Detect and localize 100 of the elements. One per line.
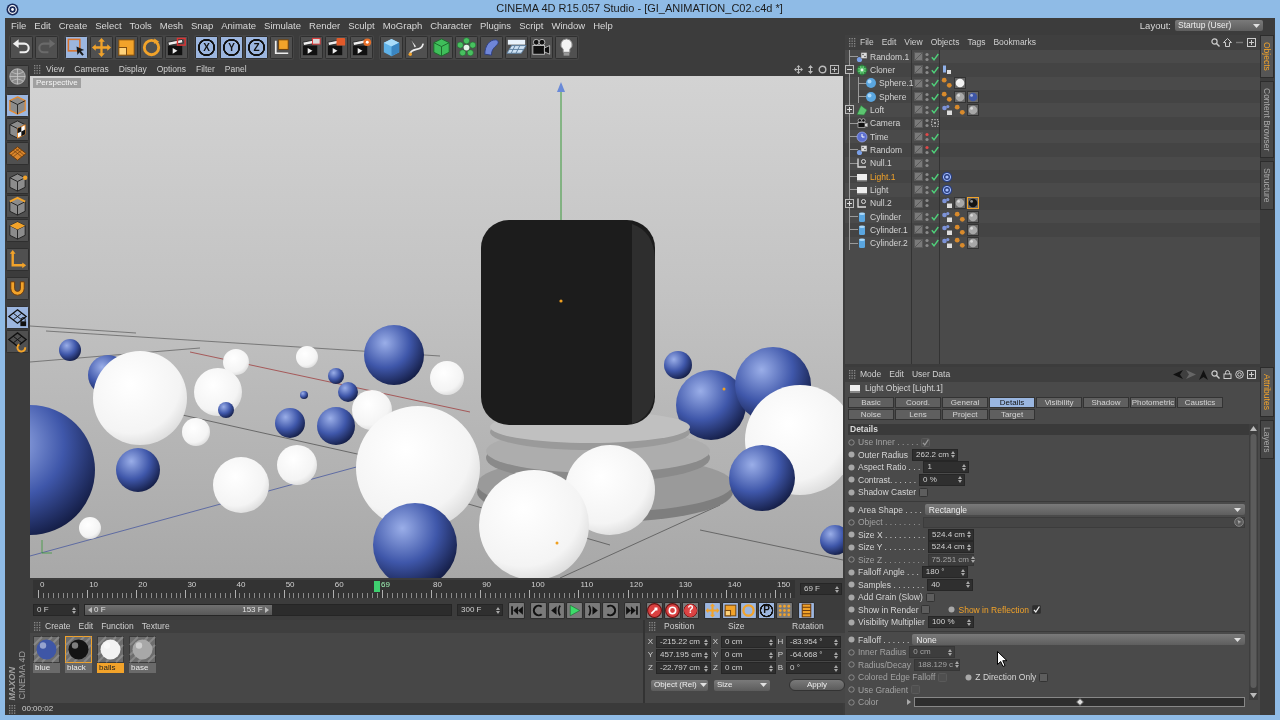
rotate-icon[interactable] [740, 601, 757, 619]
expand-icon[interactable] [845, 198, 854, 208]
magnet-icon[interactable] [6, 277, 29, 300]
keyframe-dot-icon[interactable] [848, 661, 855, 669]
panel-menu-item[interactable]: File [856, 37, 878, 48]
menu-item[interactable]: Create [54, 19, 92, 32]
clapperboard-icon[interactable] [300, 36, 323, 59]
visibility-dots-icon[interactable] [925, 198, 929, 209]
material-thumbnail[interactable] [33, 636, 60, 663]
compositing-tag-icon[interactable] [941, 210, 953, 223]
panel-menu-item[interactable]: Create [41, 621, 75, 632]
keyframe-dot-icon[interactable] [848, 581, 855, 589]
pick-icon[interactable] [1234, 517, 1244, 528]
material-thumbnail[interactable] [65, 636, 92, 663]
loop-forward-icon[interactable] [602, 601, 619, 619]
checkbox[interactable] [919, 487, 929, 497]
bent-shape-icon[interactable] [480, 36, 503, 59]
tab[interactable]: Project [942, 409, 988, 420]
keyframe-dot-icon[interactable] [848, 648, 855, 656]
keyframe-dot-icon[interactable] [848, 636, 855, 644]
material-thumbnail[interactable] [97, 636, 124, 663]
viewport-menu-item[interactable]: Panel [219, 63, 252, 75]
key-parameter-button[interactable]: P [758, 601, 775, 619]
material-tag-icon[interactable] [967, 90, 979, 103]
layout-dropdown[interactable]: Startup (User) [1175, 20, 1263, 31]
clapperboard-icon[interactable] [325, 36, 348, 59]
menu-item[interactable]: Plugins [475, 19, 516, 32]
dot-grid-icon[interactable] [776, 601, 793, 619]
cube-point-icon[interactable] [6, 171, 29, 194]
material-name[interactable]: black [65, 663, 92, 673]
expand-icon[interactable] [845, 105, 854, 115]
menu-item[interactable]: Snap [187, 19, 218, 32]
apply-button[interactable]: Apply [789, 679, 845, 691]
visibility-dots-icon[interactable] [925, 131, 929, 142]
object-name[interactable]: Cylinder [870, 211, 902, 222]
panel-menu-item[interactable]: User Data [907, 369, 955, 380]
keyframe-dot-icon[interactable] [848, 506, 855, 514]
viewport-menu-item[interactable]: View [41, 63, 70, 75]
menu-item[interactable]: MoGraph [378, 19, 427, 32]
visibility-dots-icon[interactable] [925, 238, 929, 249]
keyframe-dot-icon[interactable] [848, 606, 855, 614]
menu-item[interactable]: Character [426, 19, 476, 32]
keyframe-dot-icon[interactable] [848, 476, 855, 484]
cube-face-icon[interactable] [6, 219, 29, 242]
viewport-menu-item[interactable]: Display [113, 63, 152, 75]
layer-swatch-icon[interactable] [914, 225, 923, 235]
menu-item[interactable]: Edit [30, 19, 55, 32]
panel-menu-item[interactable]: Edit [74, 621, 98, 632]
start-frame-field[interactable]: 0 F [33, 604, 79, 616]
menu-item[interactable]: Render [305, 19, 345, 32]
keyframe-dot-icon[interactable] [848, 568, 855, 576]
size-mode-dropdown[interactable]: Size [714, 679, 770, 691]
axis-lock-button[interactable]: Y [220, 36, 243, 59]
panel-menu-item[interactable]: Objects [926, 37, 964, 48]
selection-cursor-icon[interactable] [65, 36, 88, 59]
side-tab[interactable]: Attributes [1260, 367, 1274, 417]
coordinate-field[interactable]: 0 cm [721, 636, 776, 648]
object-name[interactable]: Null.1 [870, 158, 892, 169]
check-icon[interactable] [931, 132, 939, 141]
axis-lock-button[interactable]: Z [245, 36, 268, 59]
keyframe-dot-icon[interactable] [848, 593, 855, 601]
material-tag-icon[interactable] [954, 77, 966, 90]
visibility-dots-icon[interactable] [925, 144, 929, 155]
keyframe-dot-icon[interactable] [848, 438, 855, 446]
keyframe-dot-icon[interactable] [965, 673, 973, 681]
checkbox[interactable] [1039, 672, 1049, 682]
maximize-icon[interactable] [1247, 38, 1256, 47]
layer-swatch-icon[interactable] [914, 198, 923, 208]
coordinate-field[interactable]: -83.954 ° [786, 636, 841, 648]
target-icon[interactable] [1235, 370, 1244, 379]
compositing-tag-icon[interactable] [941, 223, 953, 236]
material-tag-icon[interactable] [967, 237, 979, 250]
material-name[interactable]: balls [97, 663, 124, 673]
keyframe-dot-icon[interactable] [848, 518, 855, 526]
layer-swatch-icon[interactable] [914, 172, 923, 182]
end-frame-field[interactable]: 300 F [457, 604, 503, 616]
number-field[interactable]: 1 [923, 461, 970, 474]
object-name[interactable]: Light.1 [870, 171, 896, 182]
dotted-frame-icon[interactable] [931, 119, 939, 128]
object-name[interactable]: Random [870, 144, 903, 156]
tab[interactable]: Shadow [1083, 397, 1129, 408]
menu-item[interactable]: Window [547, 19, 590, 32]
home-icon[interactable] [1223, 38, 1232, 47]
coordinate-field[interactable]: 0 ° [786, 662, 841, 674]
rotate-view-icon[interactable] [818, 64, 827, 74]
panel-menu-item[interactable]: Bookmarks [989, 37, 1040, 48]
preview-range-track[interactable]: 0 F 153 F [84, 604, 452, 616]
check-icon[interactable] [931, 79, 939, 88]
move-view-icon[interactable] [794, 64, 803, 74]
cube-edges-icon[interactable] [6, 195, 29, 218]
check-icon[interactable] [931, 185, 939, 194]
check-icon[interactable] [931, 145, 939, 154]
coordinate-field[interactable]: -64.668 ° [786, 649, 841, 661]
material-name[interactable]: base [129, 663, 156, 673]
coordinate-field[interactable]: -215.22 cm [656, 636, 711, 648]
tab[interactable]: Details [989, 397, 1035, 408]
menu-item[interactable]: Simulate [260, 19, 306, 32]
film-strip-icon[interactable] [798, 601, 815, 619]
target-tag-icon[interactable] [941, 183, 953, 196]
axis-lock-button[interactable]: X [195, 36, 218, 59]
